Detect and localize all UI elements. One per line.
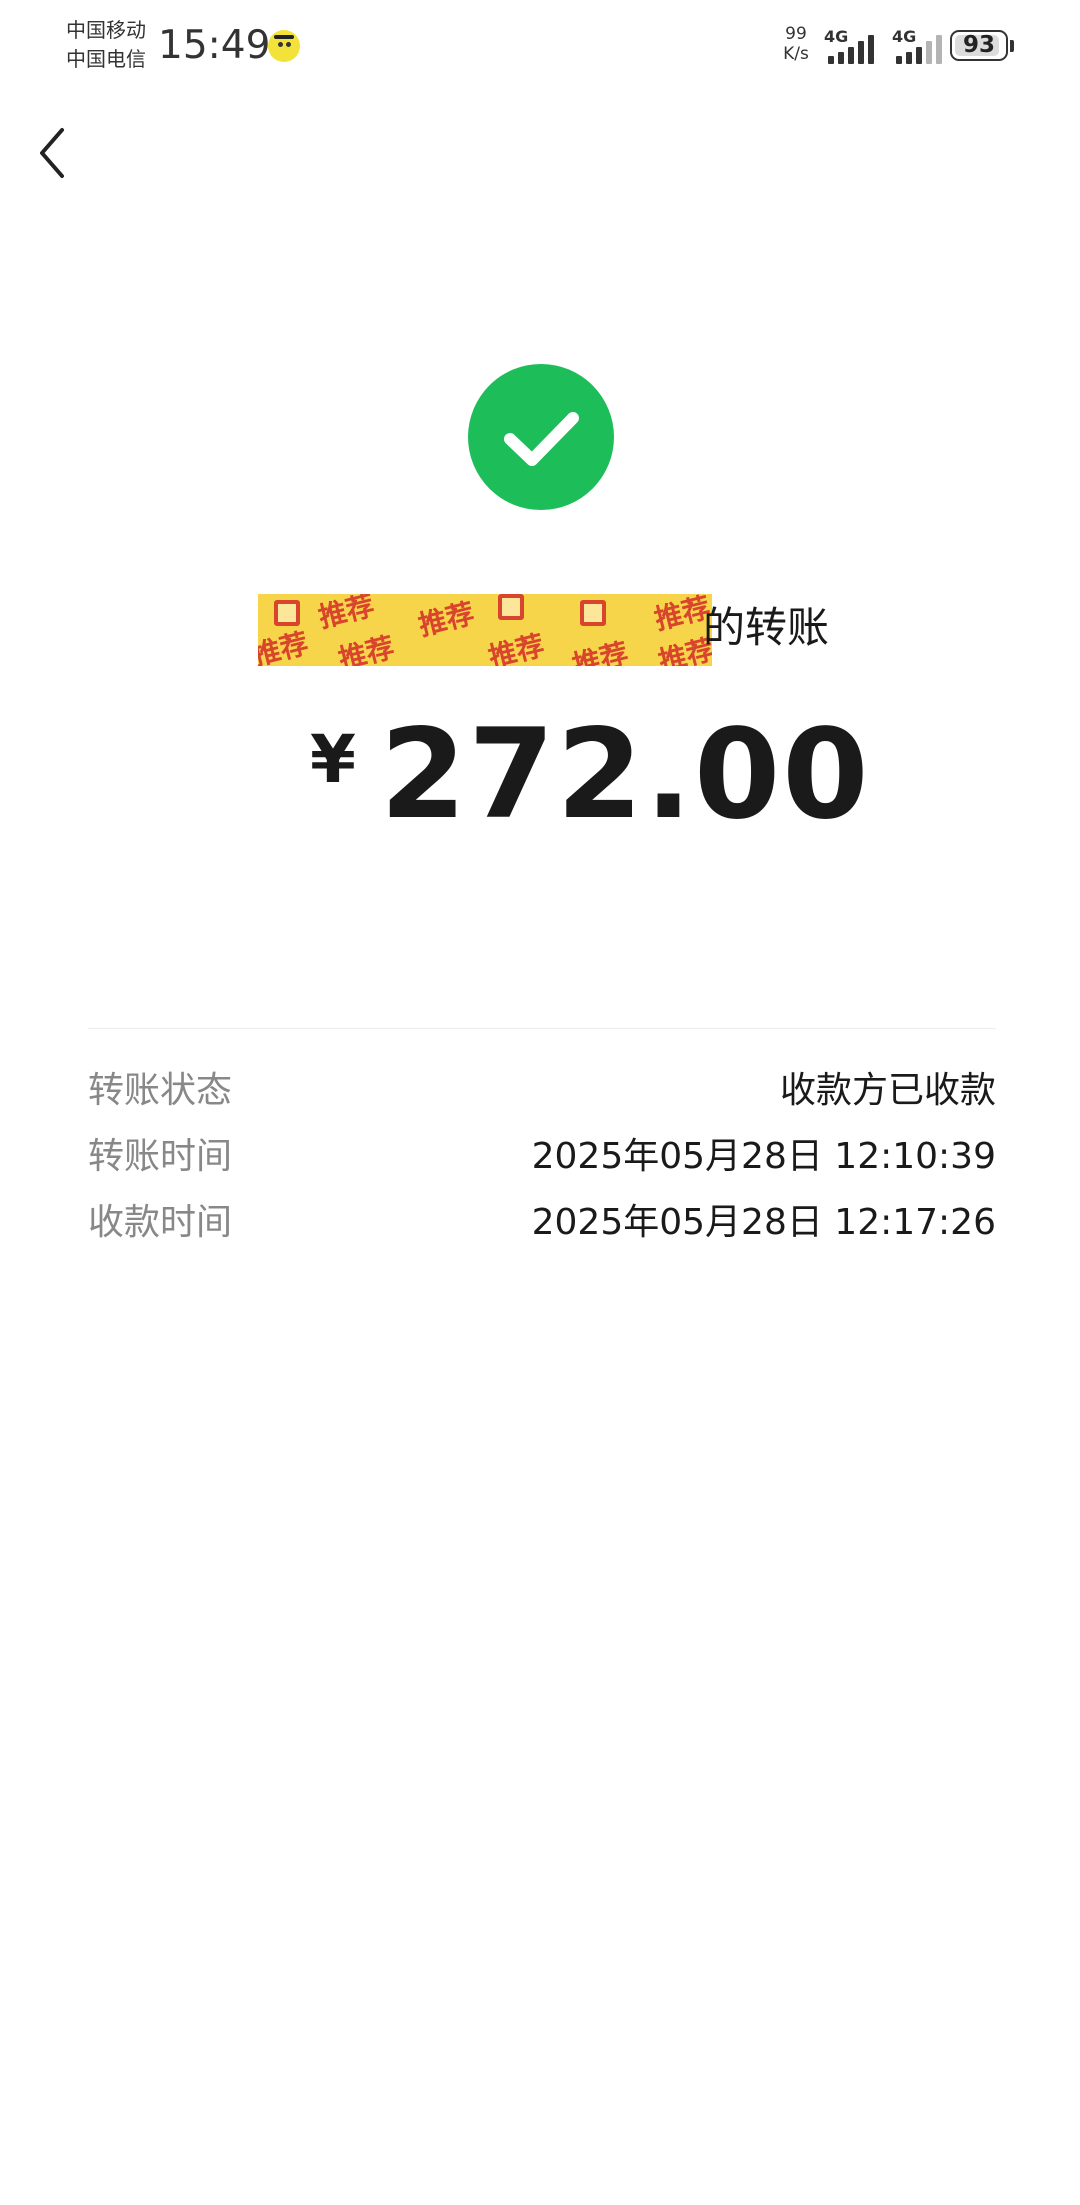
- detail-row-receive-time: 收款时间 2025年05月28日 12:17:26: [88, 1190, 996, 1256]
- divider: [88, 1028, 996, 1029]
- network-speed-unit: K/s: [783, 44, 809, 64]
- payer-row: 推荐 推荐 推荐 推荐 推荐 推荐 推荐 推荐 的转账: [0, 590, 1080, 670]
- amount-value: 272.00: [380, 703, 871, 847]
- redacted-payer-name: 推荐 推荐 推荐 推荐 推荐 推荐 推荐 推荐: [258, 594, 712, 666]
- transfer-amount: ¥ 272.00: [0, 700, 1080, 860]
- detail-value: 2025年05月28日 12:10:39: [531, 1136, 996, 1177]
- battery-level: 93: [962, 32, 995, 58]
- carrier-1: 中国移动: [66, 18, 146, 42]
- battery-tip: [1010, 40, 1014, 52]
- face-sticker-icon: [268, 30, 300, 62]
- detail-value: 收款方已收款: [779, 1070, 996, 1111]
- detail-label: 转账状态: [88, 1070, 233, 1111]
- network-speed: 99 K/s: [778, 24, 814, 64]
- detail-value: 2025年05月28日 12:17:26: [531, 1202, 996, 1243]
- carrier-info: 中国移动 中国电信: [66, 16, 161, 74]
- detail-label: 收款时间: [88, 1202, 233, 1243]
- carrier-2: 中国电信: [66, 47, 146, 71]
- network-speed-value: 99: [785, 24, 807, 44]
- detail-label: 转账时间: [88, 1136, 233, 1177]
- signal-strength-icon-secondary: 4G: [892, 28, 952, 64]
- back-button[interactable]: [24, 118, 84, 188]
- check-circle-icon: [468, 364, 614, 510]
- battery-icon: 93: [950, 30, 1008, 61]
- chevron-left-icon: [40, 128, 64, 178]
- transfer-title: 的转账: [703, 603, 830, 652]
- status-bar: 中国移动 中国电信 15:49 99 K/s 4G 4G 93: [0, 0, 1080, 90]
- status-time: 15:49: [158, 23, 271, 68]
- currency-symbol: ¥: [310, 721, 356, 798]
- signal-strength-icon: 4G: [824, 28, 884, 64]
- transfer-details: 转账状态 收款方已收款 转账时间 2025年05月28日 12:10:39 收款…: [88, 1058, 996, 1256]
- detail-row-status: 转账状态 收款方已收款: [88, 1058, 996, 1124]
- detail-row-transfer-time: 转账时间 2025年05月28日 12:10:39: [88, 1124, 996, 1190]
